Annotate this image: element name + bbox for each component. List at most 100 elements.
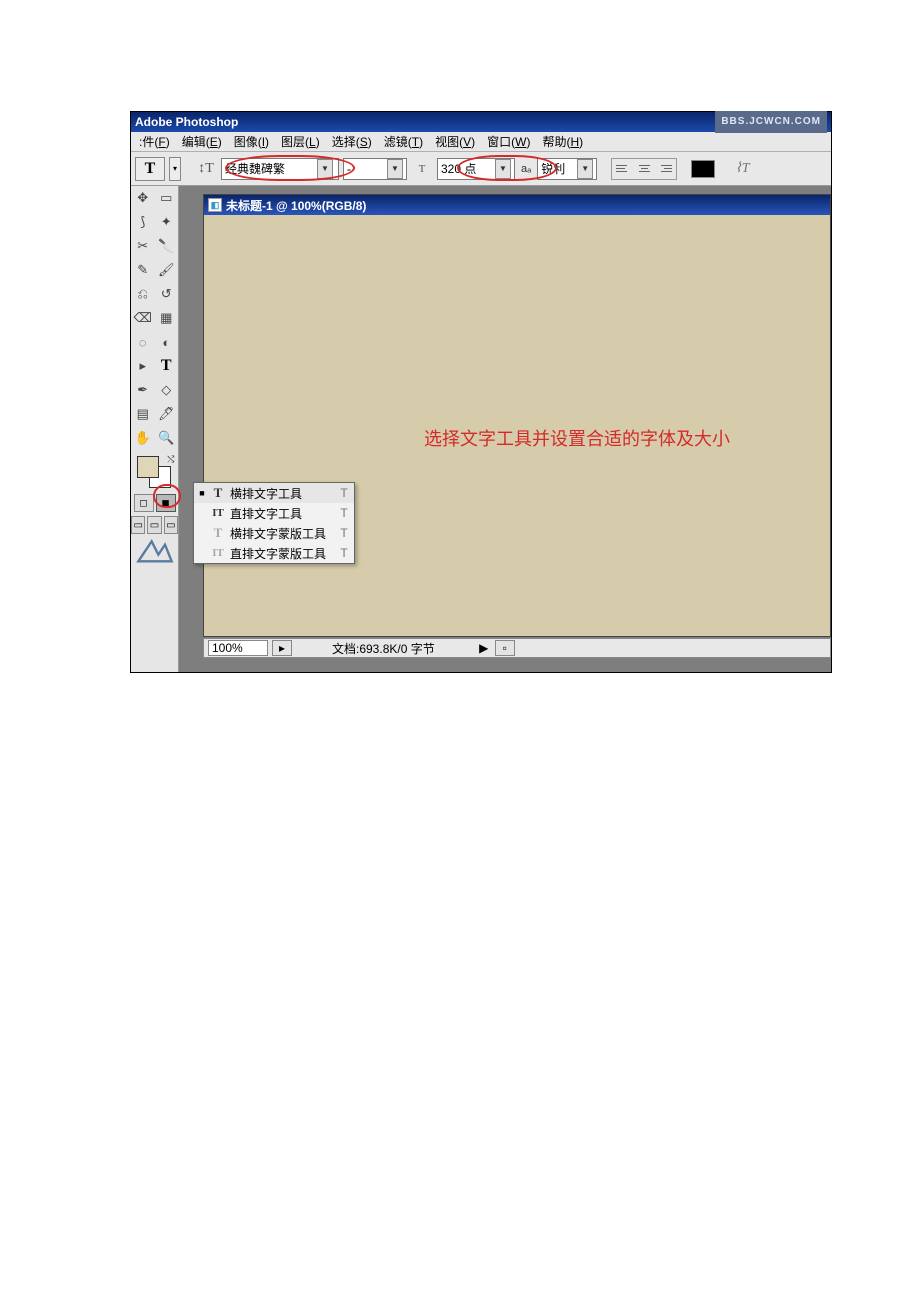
tool-preset-picker[interactable]: ▾ [169,157,181,181]
tool-palette: ✥ ▭ ⟆ ✦ ✂ 🔪 ✎ 🖌 ⎌ ↺ [131,186,179,672]
menu-view[interactable]: 视图(V) [429,133,481,150]
vertical-type-icon: IT [210,507,226,519]
flyout-vertical-type-mask[interactable]: IT 直排文字蒙版工具 T [194,543,354,563]
flyout-horizontal-type-mask[interactable]: T 横排文字蒙版工具 T [194,523,354,543]
blur-tool[interactable]: ◌ [131,330,155,354]
flyout-horizontal-type[interactable]: ■ T 横排文字工具 T [194,483,354,503]
menu-layer[interactable]: 图层(L) [275,133,326,150]
font-size-input[interactable] [441,162,493,176]
flyout-label: 横排文字蒙版工具 [230,525,334,542]
marquee-tool[interactable]: ▭ [155,186,179,210]
doc-size-info: 文档:693.8K/0 字节 [332,640,435,657]
healing-brush-tool[interactable]: ✎ [131,258,155,282]
anti-alias-label: aₐ [521,163,531,175]
type-tool[interactable]: T [155,354,179,378]
swap-colors-icon[interactable]: ⤭ [167,454,174,465]
app-title: Adobe Photoshop [135,112,715,132]
menu-edit[interactable]: 编辑(E) [176,133,228,150]
magic-wand-tool[interactable]: ✦ [155,210,179,234]
screen-full-menubar-button[interactable]: ▭ [147,516,161,534]
status-bar: 100% ▸ 文档:693.8K/0 字节 ▶ ▫ [203,638,831,658]
flyout-shortcut: T [338,526,350,540]
warp-text-button[interactable]: ⌇T [729,158,755,180]
anti-alias-dropdown[interactable]: ▼ [577,159,593,179]
screen-full-button[interactable]: ▭ [164,516,178,534]
align-left-button[interactable] [613,160,633,178]
options-bar: T ▾ ↕T ▼ ▼ T ▼ aₐ ▼ [131,152,831,186]
eyedropper-tool[interactable]: 🖊 [155,402,179,426]
font-family-dropdown[interactable]: ▼ [317,159,333,179]
menu-image[interactable]: 图像(I) [228,133,275,150]
flyout-selected-dot: ■ [198,488,206,498]
shape-tool[interactable]: ◇ [155,378,179,402]
color-swatches[interactable]: ⤭ [133,454,177,490]
flyout-label: 直排文字工具 [230,505,334,522]
flyout-shortcut: T [338,486,350,500]
zoom-value: 100% [212,641,243,655]
flyout-label: 直排文字蒙版工具 [230,545,334,562]
screen-standard-button[interactable]: ▭ [131,516,145,534]
vertical-type-mask-icon: IT [210,547,226,559]
status-extra-button[interactable]: ▫ [495,640,515,656]
status-flyout-arrow[interactable]: ▶ [475,641,493,655]
zoom-tool[interactable]: 🔍 [155,426,179,450]
active-tool-indicator[interactable]: T [135,157,165,181]
font-style-select[interactable]: ▼ [343,158,407,180]
document-title: 未标题-1 @ 100%(RGB/8) [226,197,366,214]
eraser-tool[interactable]: ⌫ [131,306,155,330]
menu-window[interactable]: 窗口(W) [481,133,536,150]
font-family-input[interactable] [225,162,315,176]
font-style-input[interactable] [347,162,385,176]
pen-tool[interactable]: ✒ [131,378,155,402]
align-center-button[interactable] [634,160,654,178]
status-popup-button[interactable]: ▸ [272,640,292,656]
notes-tool[interactable]: ▤ [131,402,155,426]
zoom-field[interactable]: 100% [208,640,268,656]
foreground-color[interactable] [137,456,159,478]
move-tool[interactable]: ✥ [131,186,155,210]
brush-tool[interactable]: 🖌 [155,258,179,282]
photoshop-window: Adobe Photoshop BBS.JCWCN.COM :件(F) 编辑(E… [130,111,832,673]
hand-tool[interactable]: ✋ [131,426,155,450]
horizontal-type-mask-icon: T [210,525,226,541]
align-right-button[interactable] [655,160,675,178]
gradient-tool[interactable]: ▦ [155,306,179,330]
anti-alias-select[interactable]: ▼ [537,158,597,180]
horizontal-type-icon: T [210,485,226,501]
slice-tool[interactable]: 🔪 [155,234,179,258]
document-icon: ◧ [208,198,222,212]
text-color-swatch[interactable] [691,160,715,178]
document-window: ◧ 未标题-1 @ 100%(RGB/8) 选择文字工具并设置合适的字体及大小 [203,194,831,637]
watermark: BBS.JCWCN.COM [715,111,827,133]
flyout-label: 横排文字工具 [230,485,334,502]
menu-bar: :件(F) 编辑(E) 图像(I) 图层(L) 选择(S) 滤镜(T) 视图(V… [131,132,831,152]
font-style-dropdown[interactable]: ▼ [387,159,403,179]
title-bar: Adobe Photoshop BBS.JCWCN.COM [131,112,831,132]
flyout-shortcut: T [338,546,350,560]
annotation-text: 选择文字工具并设置合适的字体及大小 [424,425,730,451]
anti-alias-input[interactable] [541,162,575,176]
standard-mode-button[interactable]: ◻ [134,494,154,512]
font-size-icon: T [411,158,433,180]
workspace: ✥ ▭ ⟆ ✦ ✂ 🔪 ✎ 🖌 ⎌ ↺ [131,186,831,672]
type-tool-flyout: ■ T 横排文字工具 T IT 直排文字工具 T T 横排文字蒙版工具 T [193,482,355,564]
menu-help[interactable]: 帮助(H) [536,133,589,150]
font-size-dropdown[interactable]: ▼ [495,159,511,179]
font-size-select[interactable]: ▼ [437,158,515,180]
crop-tool[interactable]: ✂ [131,234,155,258]
menu-filter[interactable]: 滤镜(T) [378,133,429,150]
text-orientation-toggle[interactable]: ↕T [195,158,217,180]
menu-select[interactable]: 选择(S) [326,133,378,150]
history-brush-tool[interactable]: ↺ [155,282,179,306]
font-family-select[interactable]: ▼ [221,158,339,180]
lasso-tool[interactable]: ⟆ [131,210,155,234]
jump-to-imageready[interactable] [135,538,175,564]
flyout-shortcut: T [338,506,350,520]
flyout-vertical-type[interactable]: IT 直排文字工具 T [194,503,354,523]
document-title-bar[interactable]: ◧ 未标题-1 @ 100%(RGB/8) [204,195,830,215]
path-selection-tool[interactable]: ▸ [131,354,155,378]
menu-file[interactable]: :件(F) [133,133,176,150]
clone-stamp-tool[interactable]: ⎌ [131,282,155,306]
quickmask-mode-button[interactable]: ◼ [156,494,176,512]
dodge-tool[interactable]: ◐ [155,330,179,354]
